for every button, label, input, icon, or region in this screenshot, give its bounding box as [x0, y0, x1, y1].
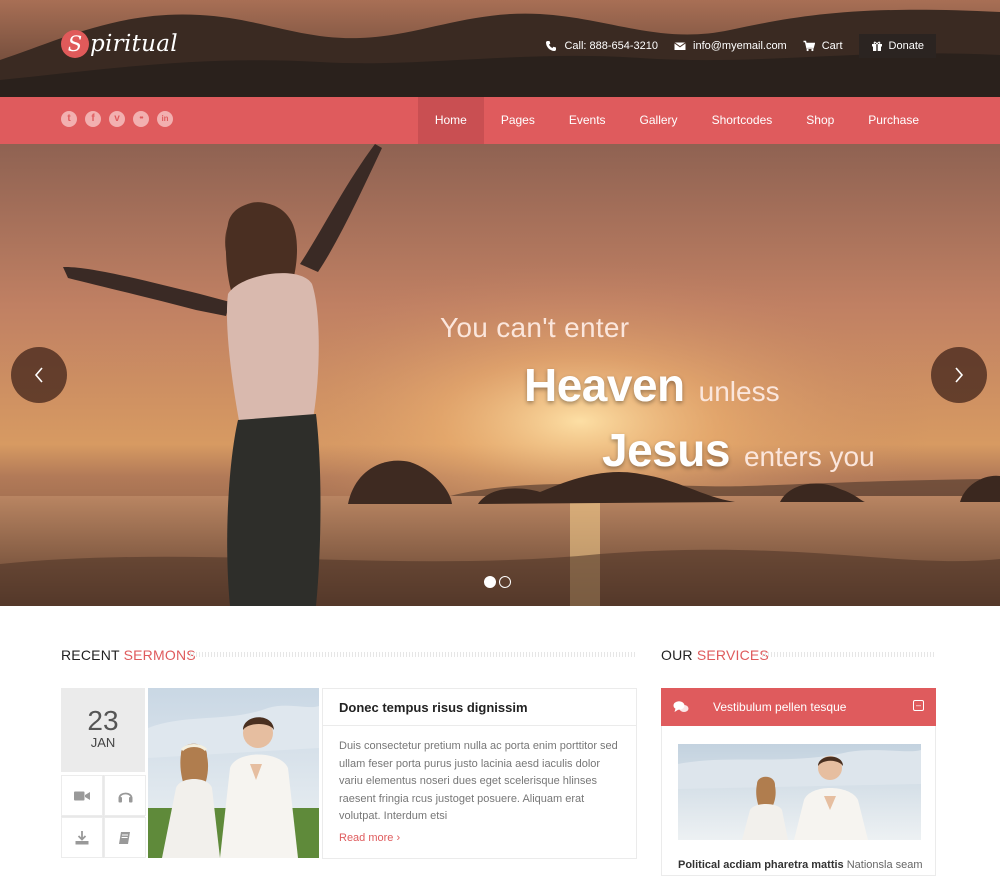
- vimeo-icon[interactable]: v: [109, 111, 125, 127]
- services-accordion-header[interactable]: Vestibulum pellen tesque –: [661, 688, 936, 726]
- logo-badge: S: [61, 30, 89, 58]
- email-text: info@myemail.com: [693, 40, 787, 52]
- main-navbar: t f v •• in Home Pages Events Gallery Sh…: [0, 97, 1000, 144]
- nav-item-purchase[interactable]: Purchase: [851, 97, 936, 144]
- services-text-rest: Nationsla seam: [843, 859, 923, 871]
- email-link[interactable]: info@myemail.com: [674, 40, 787, 52]
- chevron-right-icon: [955, 367, 964, 383]
- children-praying-image: [148, 688, 319, 858]
- phone-text: Call: 888-654-3210: [564, 40, 659, 52]
- phone-link[interactable]: Call: 888-654-3210: [545, 40, 658, 52]
- gift-icon: [871, 41, 882, 51]
- hero-caption-line3: Jesus enters you: [602, 423, 875, 477]
- heading-divider: [762, 652, 936, 657]
- headphones-icon: [118, 792, 132, 802]
- slider-next-button[interactable]: [931, 347, 987, 403]
- heading-divider: [190, 652, 637, 657]
- facebook-icon[interactable]: f: [85, 111, 101, 127]
- header-contact: Call: 888-654-3210 info@myemail.com Cart: [545, 34, 936, 58]
- linkedin-icon[interactable]: in: [157, 111, 173, 127]
- nav-item-gallery[interactable]: Gallery: [623, 97, 695, 144]
- hero-word-heaven: Heaven: [524, 359, 685, 411]
- hero-background-image: [0, 144, 1000, 606]
- slider-prev-button[interactable]: [11, 347, 67, 403]
- slider-pagination: [484, 576, 511, 588]
- sermon-excerpt: Duis consectetur pretium nulla ac porta …: [339, 740, 618, 822]
- services-panel-title: Vestibulum pellen tesque: [713, 700, 847, 714]
- cart-icon: [803, 40, 815, 52]
- sermon-title[interactable]: Donec tempus risus dignissim: [323, 689, 636, 726]
- heading-accent: SERMONS: [123, 647, 196, 663]
- video-icon: [74, 791, 90, 800]
- cart-link[interactable]: Cart: [803, 40, 843, 52]
- sermon-audio-button[interactable]: [104, 775, 146, 816]
- services-text-bold: Political acdiam pharetra mattis: [678, 859, 844, 871]
- hero-word-jesus: Jesus: [602, 424, 730, 476]
- chat-bubbles-icon: [673, 701, 689, 712]
- logo-text: piritual: [90, 31, 178, 57]
- heading-accent: SERVICES: [696, 647, 769, 663]
- book-icon: [119, 831, 130, 844]
- hero-word-enters: enters you: [743, 441, 875, 472]
- nav-item-shortcodes[interactable]: Shortcodes: [695, 97, 790, 144]
- sermon-image[interactable]: [148, 688, 319, 858]
- sermon-month: JAN: [90, 735, 116, 750]
- nav-item-home[interactable]: Home: [417, 97, 484, 144]
- slider-dot-2[interactable]: [499, 576, 511, 588]
- hero-word-unless: unless: [698, 376, 780, 407]
- envelope-icon: [674, 42, 686, 50]
- donate-button[interactable]: Donate: [858, 34, 936, 58]
- hero-caption-line1: You can't enter: [440, 312, 630, 343]
- our-services-heading: OUR SERVICES: [661, 647, 769, 663]
- slider-dot-1[interactable]: [484, 576, 496, 588]
- heading-plain: RECENT: [61, 647, 120, 663]
- services-image: [678, 744, 921, 840]
- recent-sermons-heading: RECENT SERMONS: [61, 647, 196, 663]
- phone-icon: [546, 41, 557, 51]
- nav-item-pages[interactable]: Pages: [484, 97, 552, 144]
- main-menu: Home Pages Events Gallery Shortcodes Sho…: [417, 97, 936, 144]
- services-text: Political acdiam pharetra mattis Nations…: [678, 859, 923, 871]
- social-links: t f v •• in: [61, 111, 173, 127]
- sermon-media-links: [61, 775, 146, 858]
- heading-plain: OUR: [661, 647, 693, 663]
- flickr-icon[interactable]: ••: [133, 111, 149, 127]
- children-praying-image: [678, 744, 921, 840]
- hero-caption-line2: Heaven unless: [524, 358, 780, 412]
- sermon-card: Donec tempus risus dignissim Duis consec…: [322, 688, 637, 859]
- sermon-date: 23 JAN: [61, 688, 145, 772]
- sermon-day: 23: [87, 705, 119, 736]
- download-icon: [75, 830, 89, 844]
- hero-slider: You can't enter Heaven unless Jesus ente…: [0, 144, 1000, 606]
- sermon-video-button[interactable]: [61, 775, 103, 816]
- chevron-left-icon: [34, 367, 43, 383]
- read-more-link[interactable]: Read more ›: [323, 826, 636, 844]
- collapse-icon[interactable]: –: [913, 700, 924, 711]
- cart-text: Cart: [821, 40, 843, 52]
- donate-label: Donate: [888, 40, 924, 52]
- top-header: S piritual Call: 888-654-3210 info@myema…: [0, 0, 1000, 97]
- twitter-icon[interactable]: t: [61, 111, 77, 127]
- nav-item-events[interactable]: Events: [552, 97, 623, 144]
- site-logo[interactable]: S piritual: [61, 30, 178, 58]
- sermon-book-button[interactable]: [104, 817, 146, 858]
- sermon-download-button[interactable]: [61, 817, 103, 858]
- services-panel-body: Political acdiam pharetra mattis Nations…: [661, 726, 936, 876]
- nav-item-shop[interactable]: Shop: [789, 97, 851, 144]
